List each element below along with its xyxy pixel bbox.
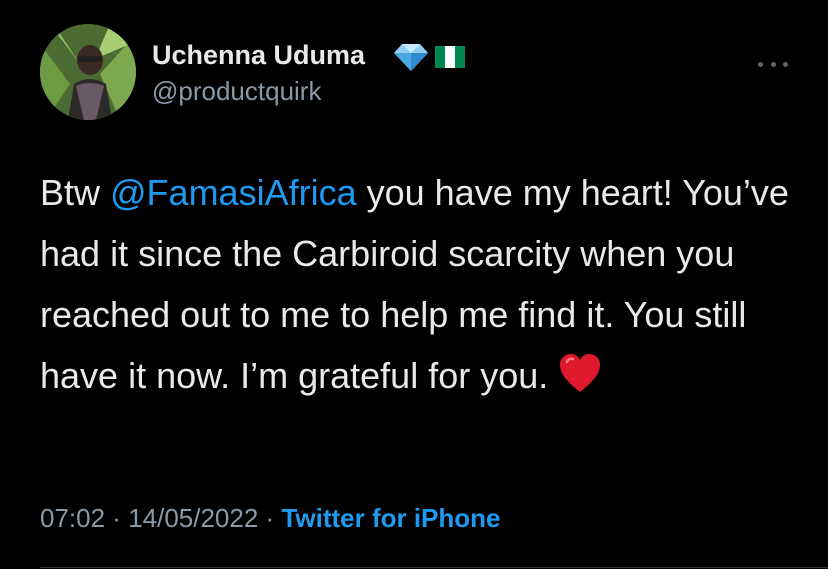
diamond-icon (394, 44, 428, 71)
avatar[interactable] (40, 24, 136, 120)
tweet-time: 07:02 (40, 503, 106, 533)
tweet-text: Btw @FamasiAfrica you have my heart! You… (40, 162, 810, 406)
red-heart-icon (560, 354, 601, 392)
meta-separator: · (258, 503, 282, 533)
tweet-lead: Btw (40, 172, 111, 213)
nigeria-flag-icon (435, 46, 465, 68)
meta-separator: · (105, 503, 129, 533)
tweet-meta: 07:02 · 14/05/2022 · Twitter for iPhone (40, 503, 501, 534)
more-dot-icon (770, 61, 776, 67)
tweet-source-link[interactable]: Twitter for iPhone (281, 503, 500, 533)
display-name[interactable]: Uchenna Uduma (152, 40, 365, 71)
user-badges (393, 42, 465, 72)
more-dot-icon (758, 61, 763, 67)
user-handle[interactable]: @productquirk (152, 76, 321, 107)
tweet-date: 14/05/2022 (128, 503, 259, 533)
avatar-photo (40, 24, 136, 120)
divider (40, 567, 828, 568)
mention-link[interactable]: @FamasiAfrica (110, 172, 357, 213)
more-dot-icon (783, 61, 788, 67)
more-options-button[interactable] (758, 60, 788, 68)
